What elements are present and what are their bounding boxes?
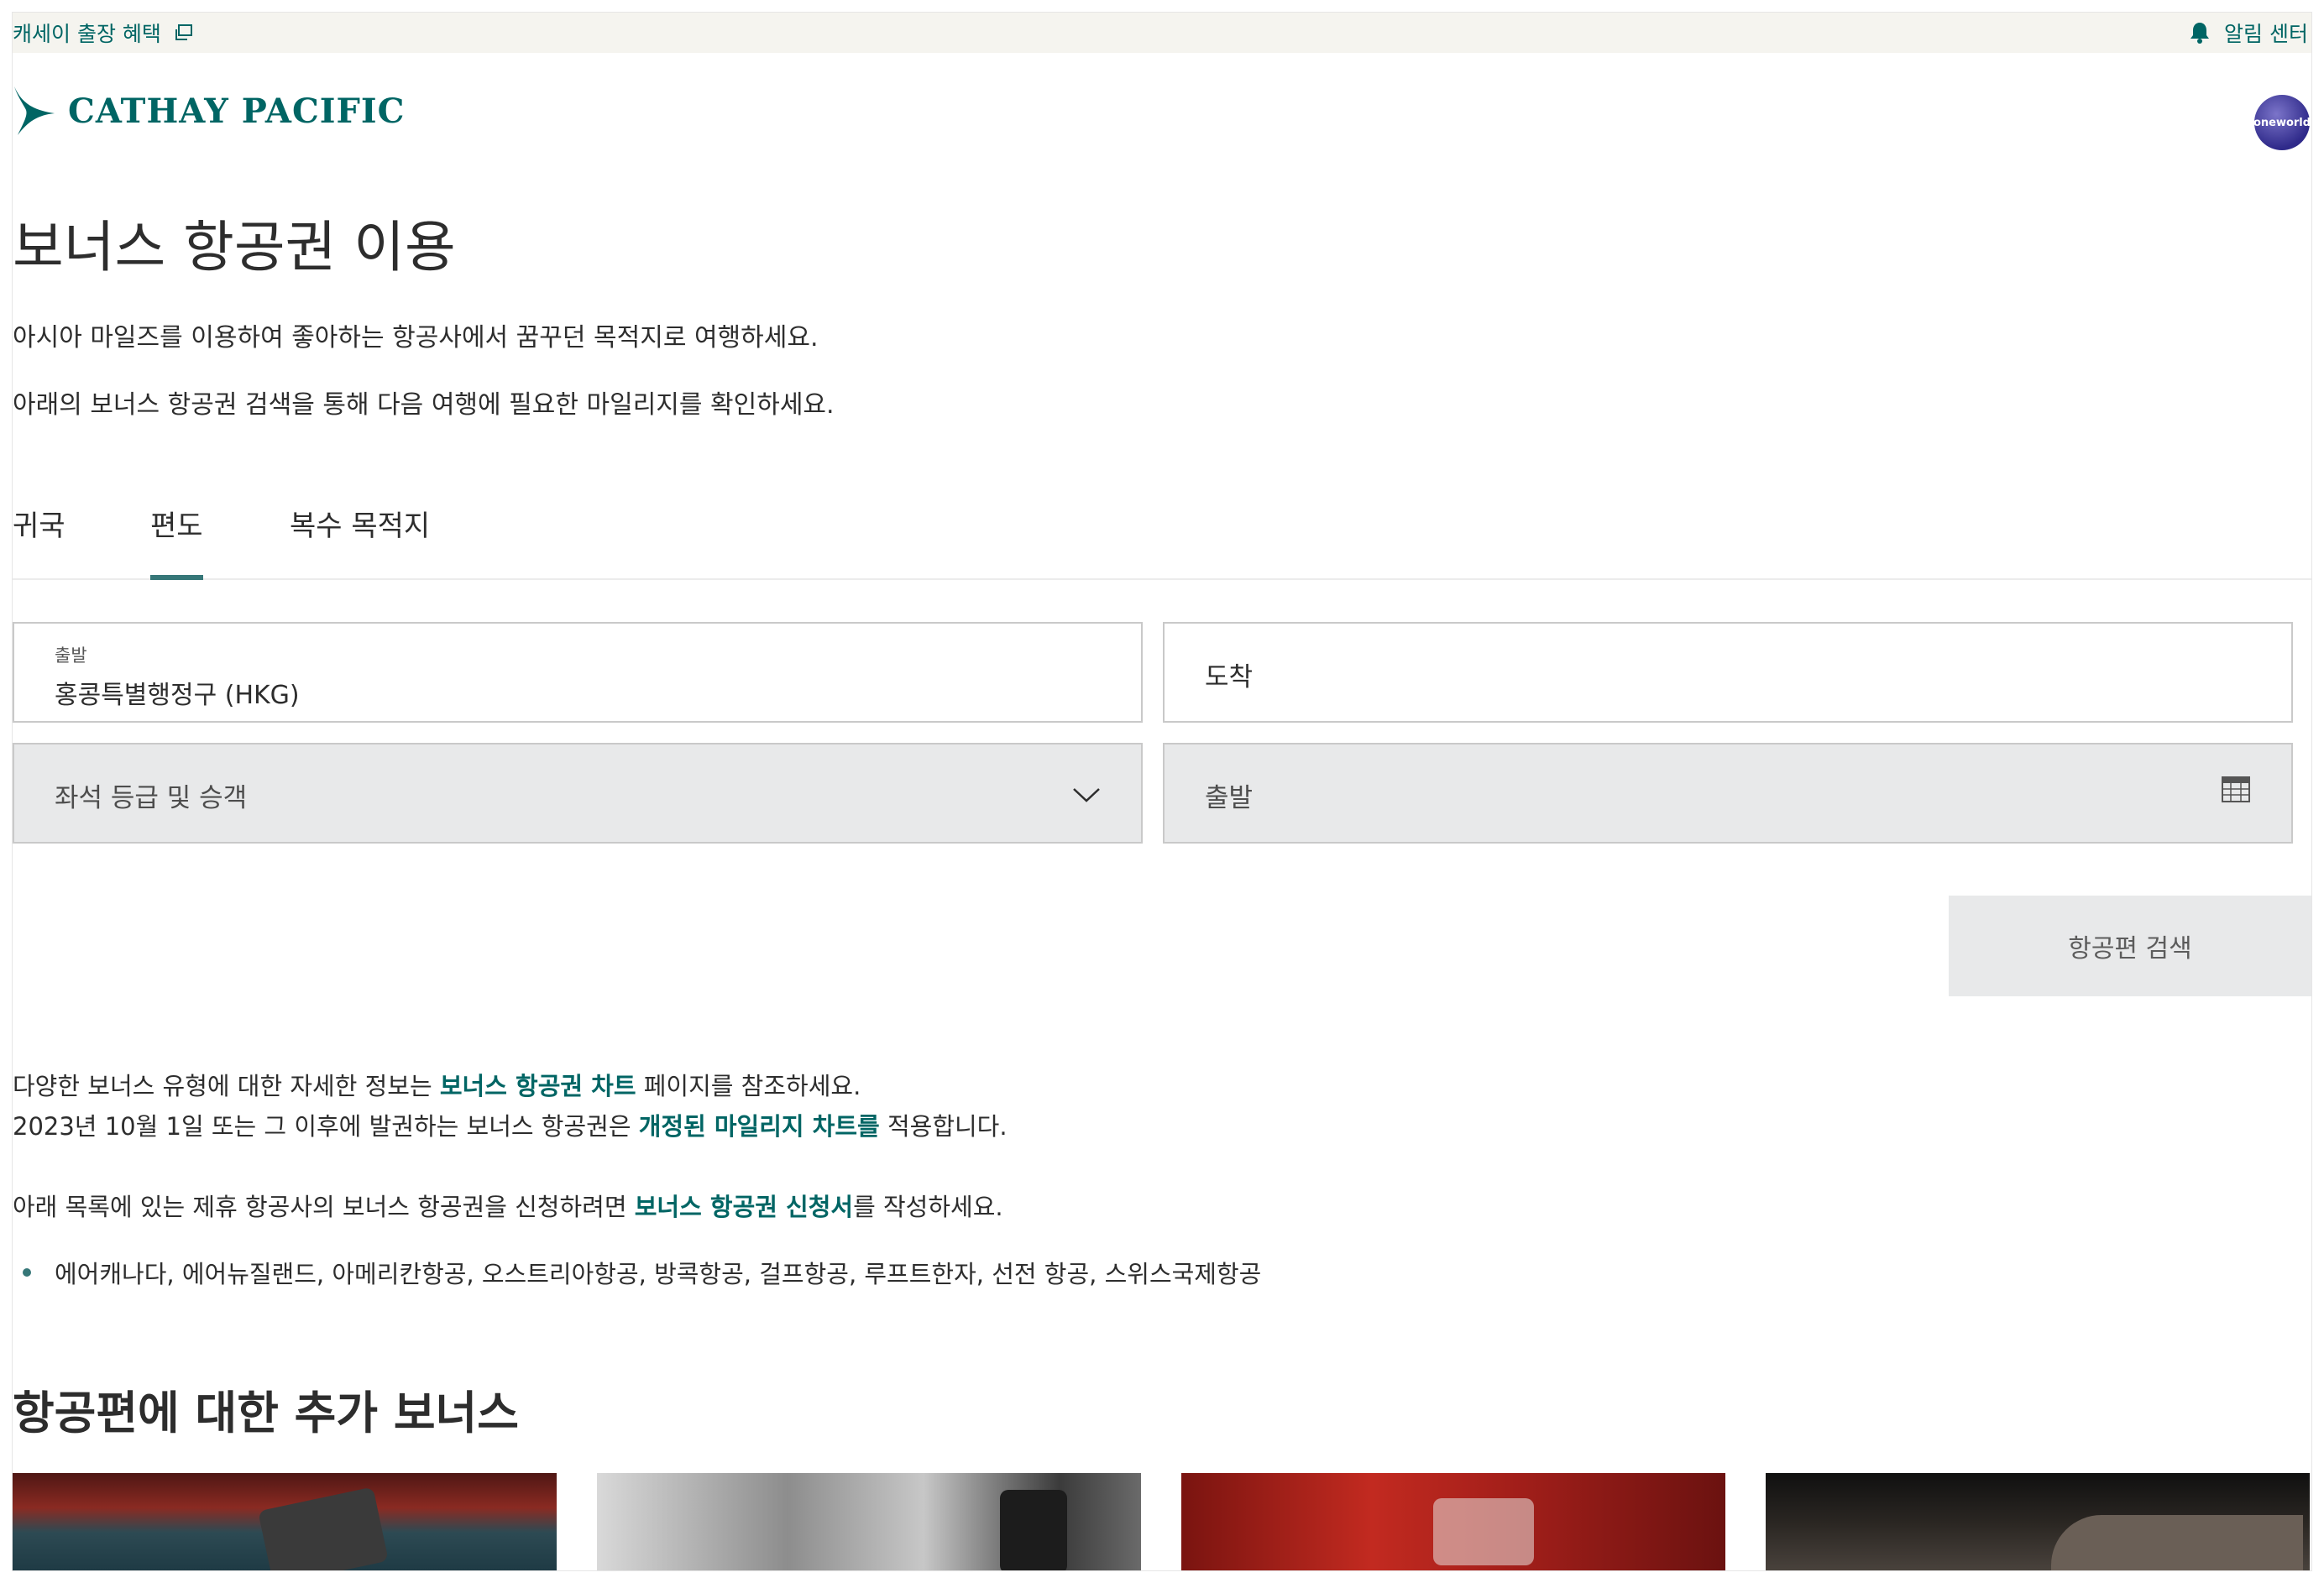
notification-center-label[interactable]: 알림 센터 [2224, 18, 2308, 48]
lounge-interior-image [2051, 1515, 2303, 1570]
business-travel-link[interactable]: 캐세이 출장 혜택 [13, 18, 193, 48]
tab-multi-city[interactable]: 복수 목적지 [290, 503, 430, 580]
external-link-icon [175, 24, 192, 40]
info-partner-form: 아래 목록에 있는 제휴 항공사의 보너스 항공권을 신청하려면 보너스 항공권… [13, 1188, 1003, 1223]
tab-return[interactable]: 귀국 [13, 503, 65, 580]
page-title: 보너스 항공권 이용 [13, 215, 456, 280]
bonus-card-image-3[interactable] [1181, 1473, 1725, 1570]
seat-screen-image [1000, 1490, 1067, 1570]
service-tray-image [1433, 1498, 1534, 1565]
origin-value[interactable]: 홍콩특별행정구 (HKG) [55, 674, 300, 711]
page-frame: 캐세이 출장 혜택 알림 센터 CATHAY PACIFIC oneworld … [12, 12, 2312, 1571]
origin-field[interactable]: 출발 홍콩특별행정구 (HKG) [13, 622, 1143, 723]
bonus-card-image-2[interactable] [597, 1473, 1141, 1570]
search-flights-button[interactable]: 항공편 검색 [1949, 896, 2311, 996]
revised-mileage-chart-link[interactable]: 개정된 마일리지 차트를 [639, 1112, 880, 1141]
bell-icon [2191, 23, 2210, 44]
info-partner-form-post: 를 작성하세요. [853, 1193, 1003, 1221]
departure-date-placeholder[interactable]: 출발 [1205, 776, 1253, 814]
top-utility-bar: 캐세이 출장 혜택 알림 센터 [13, 13, 2311, 53]
award-chart-link[interactable]: 보너스 항공권 차트 [440, 1072, 636, 1100]
calendar-icon[interactable] [2221, 775, 2251, 803]
cabin-passengers-placeholder[interactable]: 좌석 등급 및 승객 [55, 776, 247, 814]
alliance-name: oneworld [2253, 116, 2311, 129]
award-request-form-link[interactable]: 보너스 항공권 신청서 [635, 1193, 853, 1221]
cabin-passengers-select[interactable]: 좌석 등급 및 승객 [13, 743, 1143, 844]
oneworld-logo[interactable]: oneworld [2253, 95, 2311, 150]
info-revised-chart-post: 적용합니다. [879, 1112, 1008, 1141]
tab-one-way[interactable]: 편도 [150, 503, 203, 580]
section-title: 항공편에 대한 추가 보너스 [13, 1387, 519, 1439]
bonus-card-image-1[interactable] [13, 1473, 557, 1570]
origin-label: 출발 [55, 645, 87, 666]
brand-name: CATHAY PACIFIC [68, 91, 406, 131]
info-revised-chart-pre: 2023년 10월 1일 또는 그 이후에 발권하는 보너스 항공권은 [13, 1112, 639, 1141]
intro-text-2: 아래의 보너스 항공권 검색을 통해 다음 여행에 필요한 마일리지를 확인하세… [13, 390, 835, 420]
info-revised-chart: 2023년 10월 1일 또는 그 이후에 발권하는 보너스 항공권은 개정된 … [13, 1107, 1008, 1142]
intro-text-1: 아시아 마일즈를 이용하여 좋아하는 항공사에서 꿈꾸던 목적지로 여행하세요. [13, 323, 819, 353]
info-award-chart: 다양한 보너스 유형에 대한 자세한 정보는 보너스 항공권 차트 페이지를 참… [13, 1067, 861, 1102]
destination-field[interactable]: 도착 [1163, 622, 2293, 723]
cathay-pacific-logo[interactable]: CATHAY PACIFIC [13, 85, 405, 137]
brushwing-logo-icon [14, 86, 55, 135]
info-partner-form-pre: 아래 목록에 있는 제휴 항공사의 보너스 항공권을 신청하려면 [13, 1193, 635, 1221]
bullet-icon [23, 1268, 31, 1277]
destination-placeholder[interactable]: 도착 [1205, 656, 1253, 693]
departure-date-field[interactable]: 출발 [1163, 743, 2293, 844]
seat-headrest-image [258, 1486, 389, 1570]
info-award-chart-pre: 다양한 보너스 유형에 대한 자세한 정보는 [13, 1072, 440, 1100]
partner-airlines-text: 에어캐나다, 에어뉴질랜드, 아메리칸항공, 오스트리아항공, 방콕항공, 걸프… [55, 1260, 1262, 1288]
partner-airlines-list-item: 에어캐나다, 에어뉴질랜드, 아메리칸항공, 오스트리아항공, 방콕항공, 걸프… [13, 1255, 1261, 1290]
business-travel-label[interactable]: 캐세이 출장 혜택 [13, 18, 161, 48]
info-award-chart-post: 페이지를 참조하세요. [636, 1072, 861, 1100]
trip-type-tabs: 귀국 편도 복수 목적지 [13, 499, 2311, 580]
notification-center-link[interactable]: 알림 센터 [2189, 18, 2311, 48]
bonus-card-image-4[interactable] [1766, 1473, 2310, 1570]
chevron-down-icon[interactable] [1072, 786, 1101, 803]
